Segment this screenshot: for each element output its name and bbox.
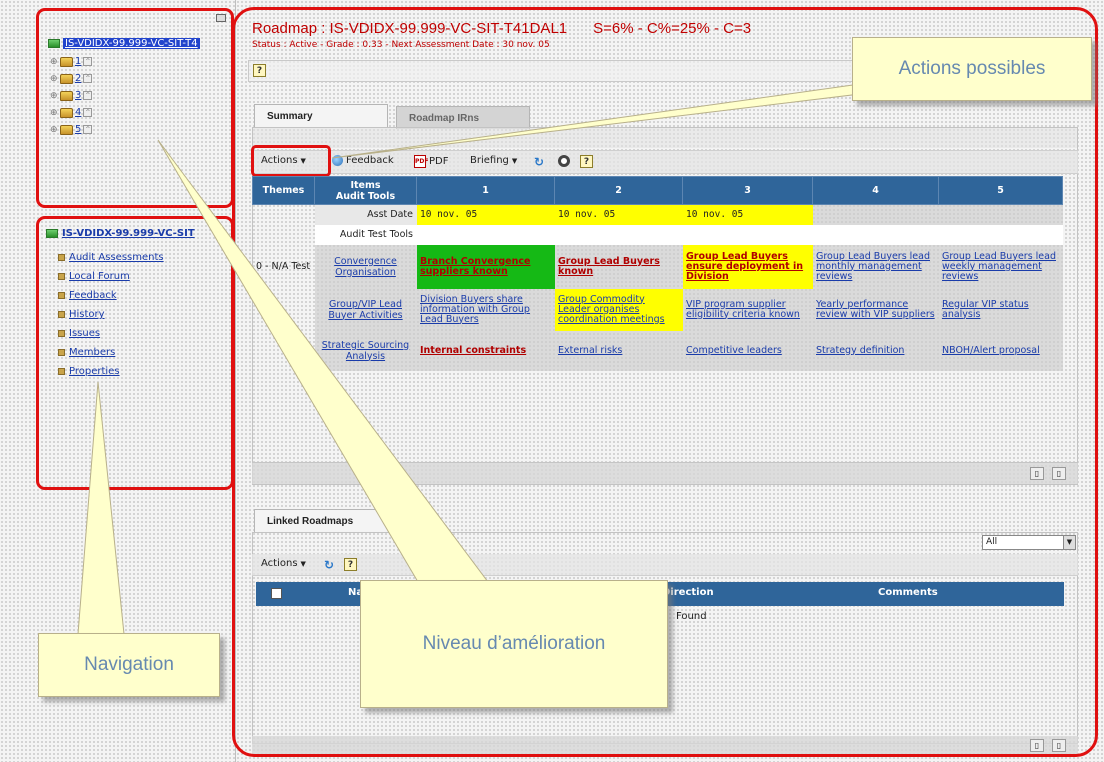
callout-navigation: Navigation: [38, 633, 220, 697]
navigation-highlight: [36, 216, 234, 490]
callout-improvement-level: Niveau d’amélioration: [360, 580, 668, 708]
callout-actions: Actions possibles: [852, 37, 1092, 101]
tree-highlight: [36, 8, 234, 208]
